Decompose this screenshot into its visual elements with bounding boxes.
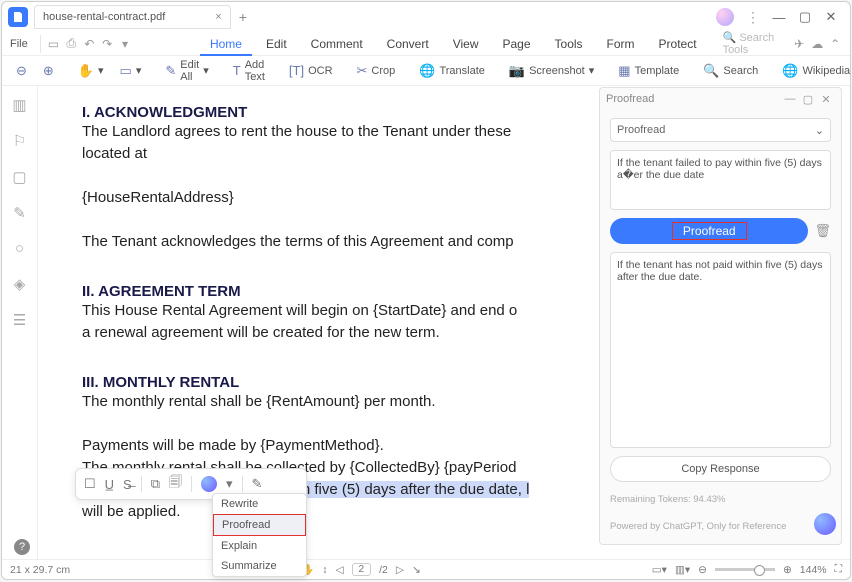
proofread-panel: Proofread — ▢ ✕ Proofread⌄ If the tenant… xyxy=(599,87,842,545)
save-icon[interactable]: ▭ xyxy=(47,35,61,53)
bookmark-icon[interactable]: ⚐ xyxy=(13,132,26,150)
ai-orb-icon[interactable] xyxy=(716,8,734,26)
edit-all-button[interactable]: ✎Edit All▾ xyxy=(159,60,214,82)
zoom-out-status[interactable]: ⊖ xyxy=(698,564,707,576)
panel-minimize[interactable]: — xyxy=(781,93,799,105)
fit-width-icon[interactable]: ▭▾ xyxy=(652,564,667,576)
panel-maximize[interactable]: ▢ xyxy=(799,93,817,106)
chevron-down-icon: ⌄ xyxy=(815,124,824,137)
panel-close[interactable]: ✕ xyxy=(817,93,835,106)
template-button[interactable]: ▦Template xyxy=(612,60,685,82)
hand-tool[interactable]: ✋▾ xyxy=(72,60,110,82)
tab-form[interactable]: Form xyxy=(597,32,645,56)
ocr-button[interactable]: [T]OCR xyxy=(283,60,339,82)
crop-button[interactable]: ✂Crop xyxy=(351,60,402,82)
page-total: /2 xyxy=(379,564,388,576)
ai-proofread[interactable]: Proofread xyxy=(213,514,306,536)
highlight-icon[interactable]: ☐ xyxy=(84,476,96,492)
file-menu[interactable]: File xyxy=(10,38,28,50)
tab-edit[interactable]: Edit xyxy=(256,32,297,56)
ai-explain[interactable]: Explain xyxy=(213,536,306,556)
page-dims: 21 x 29.7 cm xyxy=(10,564,70,576)
close-window-button[interactable]: ✕ xyxy=(818,4,844,30)
powered-label: Powered by ChatGPT, Only for Reference xyxy=(610,517,831,536)
ai-rewrite[interactable]: Rewrite xyxy=(213,494,306,514)
tab-convert[interactable]: Convert xyxy=(377,32,439,56)
undo-icon[interactable]: ↶ xyxy=(82,35,96,53)
tab-tools[interactable]: Tools xyxy=(545,32,593,56)
thumbnails-icon[interactable]: ▥ xyxy=(12,96,26,114)
screenshot-button[interactable]: 📷Screenshot▾ xyxy=(503,60,600,82)
zoom-in-button[interactable]: ⊕ xyxy=(37,60,60,82)
new-tab-button[interactable]: + xyxy=(239,9,247,25)
goto-icon[interactable]: ↘ xyxy=(412,564,421,576)
document-tab[interactable]: house-rental-contract.pdf × xyxy=(34,5,231,29)
minimize-button[interactable]: — xyxy=(766,4,792,30)
layout-icon[interactable]: ▥▾ xyxy=(675,564,690,576)
edit-icon[interactable]: ✎ xyxy=(252,476,263,492)
mode-select[interactable]: Proofread⌄ xyxy=(610,118,831,142)
trash-icon[interactable]: 🗑 xyxy=(814,223,831,239)
note-icon[interactable]: 🗐 xyxy=(169,473,182,495)
tab-home[interactable]: Home xyxy=(200,32,252,56)
panel-title: Proofread xyxy=(606,93,654,105)
chevron-down-icon[interactable]: ▾ xyxy=(226,476,233,492)
tab-protect[interactable]: Protect xyxy=(649,32,707,56)
fields-icon[interactable]: ☰ xyxy=(13,311,26,329)
wikipedia-button[interactable]: 🌐Wikipedia xyxy=(776,60,852,82)
add-text-button[interactable]: TAdd Text xyxy=(227,60,271,82)
print-icon[interactable]: ⎙ xyxy=(64,35,78,53)
ai-summarize[interactable]: Summarize xyxy=(213,556,306,576)
maximize-button[interactable]: ▢ xyxy=(792,4,818,30)
ai-action-menu: Rewrite Proofread Explain Summarize xyxy=(212,493,307,577)
tab-title: house-rental-contract.pdf xyxy=(43,11,165,23)
zoom-out-button[interactable]: ⊖ xyxy=(10,60,33,82)
chevron-up-icon[interactable]: ⌃ xyxy=(828,35,842,53)
output-textarea[interactable]: If the tenant has not paid within five (… xyxy=(610,252,831,448)
strikethrough-icon[interactable]: S̶ xyxy=(123,477,132,492)
ai-orb-icon[interactable] xyxy=(201,476,217,492)
more-icon[interactable]: ⋮ xyxy=(740,4,766,30)
underline-icon[interactable]: U̲ xyxy=(105,477,114,492)
cloud-icon[interactable]: ☁ xyxy=(810,35,824,53)
attachment-icon[interactable]: ▢ xyxy=(12,168,26,186)
page-input[interactable]: 2 xyxy=(352,563,372,576)
zoom-slider[interactable] xyxy=(715,568,775,571)
send-icon[interactable]: ✈ xyxy=(792,35,806,53)
app-logo xyxy=(8,7,28,27)
dropdown-icon[interactable]: ▾ xyxy=(118,35,132,53)
ai-chat-icon[interactable] xyxy=(814,513,836,535)
copy-response-button[interactable]: Copy Response xyxy=(610,456,831,482)
copy-icon[interactable]: ⧉ xyxy=(151,476,160,492)
redo-icon[interactable]: ↷ xyxy=(100,35,114,53)
search-panel-icon[interactable]: ○ xyxy=(15,240,24,257)
translate-button[interactable]: 🌐Translate xyxy=(413,60,491,82)
input-textarea[interactable]: If the tenant failed to pay within five … xyxy=(610,150,831,210)
proofread-button[interactable]: Proofread xyxy=(610,218,808,244)
next-page[interactable]: ▷ xyxy=(396,564,404,576)
search-tools[interactable]: 🔍 Search Tools xyxy=(723,31,785,56)
close-tab-icon[interactable]: × xyxy=(215,11,221,23)
help-icon[interactable]: ? xyxy=(14,539,30,555)
fullscreen-icon[interactable]: ⛶ xyxy=(835,563,842,576)
tokens-label: Remaining Tokens: 94.43% xyxy=(610,490,831,509)
tab-page[interactable]: Page xyxy=(493,32,541,56)
select-tool[interactable]: ▭▾ xyxy=(114,60,148,82)
zoom-level: 144% xyxy=(800,564,827,576)
tab-view[interactable]: View xyxy=(443,32,489,56)
zoom-in-status[interactable]: ⊕ xyxy=(783,564,792,576)
search-button[interactable]: 🔍Search xyxy=(697,60,764,82)
layers-icon[interactable]: ◈ xyxy=(14,275,26,293)
reflow-icon[interactable]: ↕ xyxy=(322,564,327,576)
prev-page[interactable]: ◁ xyxy=(335,564,343,576)
tab-comment[interactable]: Comment xyxy=(301,32,373,56)
annotation-icon[interactable]: ✎ xyxy=(13,204,26,222)
